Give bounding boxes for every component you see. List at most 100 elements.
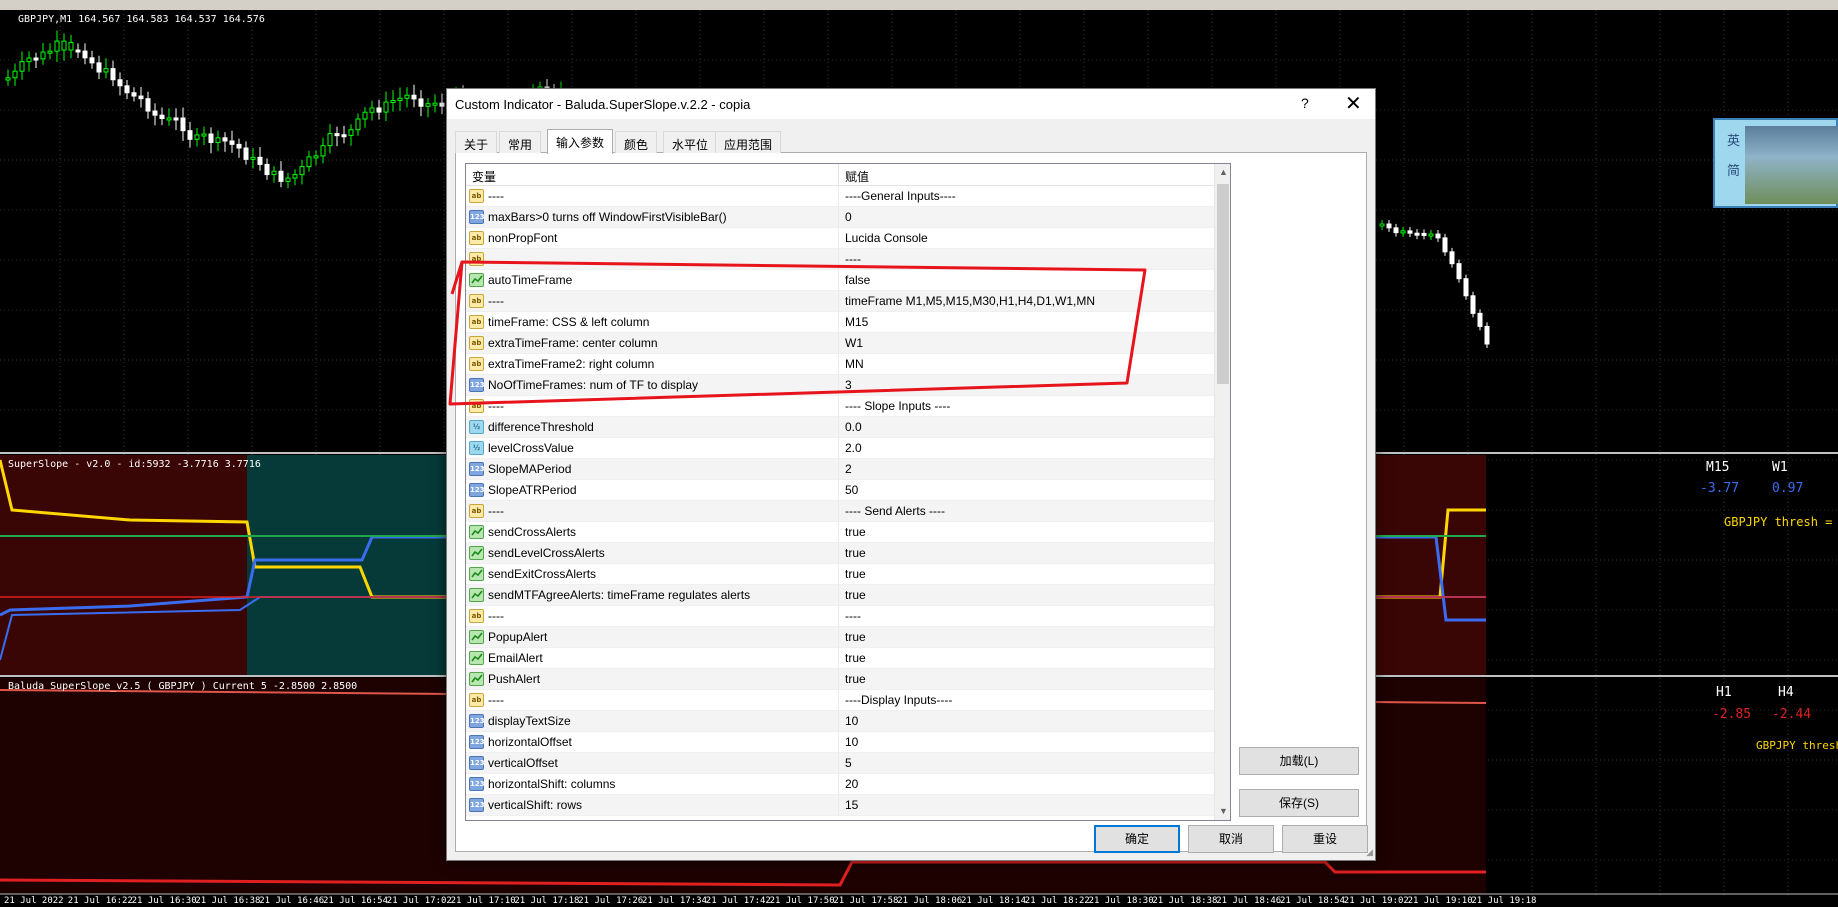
table-row[interactable]: ab ---- ----Display Inputs---- [466, 690, 1214, 711]
mtf-bottom-value-1: -2.85 [1712, 707, 1752, 722]
variable-value[interactable]: true [845, 651, 866, 665]
scroll-down-icon[interactable]: ▼ [1215, 803, 1230, 820]
table-row[interactable]: PushAlert true [466, 669, 1214, 690]
variable-value[interactable]: true [845, 672, 866, 686]
variable-value[interactable]: 50 [845, 483, 858, 497]
table-row[interactable]: 123 verticalOffset 5 [466, 753, 1214, 774]
variable-value[interactable]: true [845, 567, 866, 581]
table-row[interactable]: ab ---- ---- Slope Inputs ---- [466, 396, 1214, 417]
candle-body [1435, 233, 1441, 239]
table-row[interactable]: ab timeFrame: CSS & left column M15 [466, 312, 1214, 333]
table-row[interactable]: 123 horizontalShift: columns 20 [466, 774, 1214, 795]
variable-value[interactable]: true [845, 630, 866, 644]
table-row[interactable]: sendCrossAlerts true [466, 522, 1214, 543]
table-row[interactable]: sendMTFAgreeAlerts: timeFrame regulates … [466, 585, 1214, 606]
scroll-up-icon[interactable]: ▲ [1215, 164, 1230, 181]
variable-value[interactable]: ---- [845, 252, 861, 266]
candle-body [327, 133, 333, 147]
ime-english-toggle[interactable]: 英 [1727, 130, 1740, 149]
table-row[interactable]: ab nonPropFont Lucida Console [466, 228, 1214, 249]
variable-value[interactable]: 10 [845, 735, 858, 749]
tab-visualization[interactable]: 应用范围 [715, 131, 782, 153]
string-type-icon: ab [469, 189, 484, 203]
variable-value[interactable]: 3 [845, 378, 852, 392]
table-row[interactable]: sendExitCrossAlerts true [466, 564, 1214, 585]
table-row[interactable]: 123 horizontalOffset 10 [466, 732, 1214, 753]
variable-value[interactable]: 15 [845, 798, 858, 812]
variable-value[interactable]: 2.0 [845, 441, 862, 455]
variable-value[interactable]: true [845, 588, 866, 602]
table-row[interactable]: ½ differenceThreshold 0.0 [466, 417, 1214, 438]
candle-body [117, 79, 123, 87]
variable-value[interactable]: false [845, 273, 870, 287]
close-button[interactable]: ✕ [1345, 91, 1362, 116]
time-axis-label: 21 Jul 18:14 [961, 896, 1027, 906]
variable-value[interactable]: 2 [845, 462, 852, 476]
table-row[interactable]: ½ levelCrossValue 2.0 [466, 438, 1214, 459]
table-row[interactable]: EmailAlert true [466, 648, 1214, 669]
table-row[interactable]: 123 verticalShift: rows 15 [466, 795, 1214, 816]
tab-colors[interactable]: 颜色 [615, 131, 658, 153]
variable-value[interactable]: M15 [845, 315, 868, 329]
table-row[interactable]: ab ---- ---- [466, 606, 1214, 627]
table-row[interactable]: ab ---- timeFrame M1,M5,M15,M30,H1,H4,D1,W… [466, 291, 1214, 312]
variable-value[interactable]: timeFrame M1,M5,M15,M30,H1,H4,D1,W1,MN [845, 294, 1095, 308]
time-axis-label: 21 Jul 16:46 [259, 896, 325, 906]
variable-value[interactable]: ---- Slope Inputs ---- [845, 399, 950, 413]
ime-simplified-toggle[interactable]: 简 [1727, 160, 1740, 179]
table-row[interactable]: ab ---- ---- Send Alerts ---- [466, 501, 1214, 522]
table-row[interactable]: ab extraTimeFrame2: right column MN [466, 354, 1214, 375]
save-button[interactable]: 保存(S) [1239, 789, 1359, 817]
scroll-thumb[interactable] [1217, 184, 1229, 384]
variable-value[interactable]: ---- Send Alerts ---- [845, 504, 945, 518]
table-row[interactable]: 123 displayTextSize 10 [466, 711, 1214, 732]
variable-value[interactable]: true [845, 525, 866, 539]
table-row[interactable]: ab ---- ----General Inputs---- [466, 186, 1214, 207]
grid-scrollbar[interactable]: ▲ ▼ [1214, 164, 1230, 820]
help-button[interactable]: ? [1301, 95, 1309, 111]
variable-value[interactable]: ----Display Inputs---- [845, 693, 952, 707]
variable-name: horizontalShift: columns [488, 777, 616, 791]
cancel-button[interactable]: 取消 [1188, 825, 1274, 853]
table-row[interactable]: 123 SlopeMAPeriod 2 [466, 459, 1214, 480]
variable-value[interactable]: 20 [845, 777, 858, 791]
ime-widget[interactable]: 英 简 [1713, 118, 1838, 208]
variable-name: PopupAlert [488, 630, 548, 644]
table-row[interactable]: ab extraTimeFrame: center column W1 [466, 333, 1214, 354]
tab-about[interactable]: 关于 [455, 131, 498, 153]
variable-value[interactable]: 0.0 [845, 420, 862, 434]
tab-levels[interactable]: 水平位 [663, 131, 718, 153]
reset-button[interactable]: 重设 [1282, 825, 1368, 853]
variable-value[interactable]: ---- [845, 609, 861, 623]
variable-value[interactable]: 0 [845, 210, 852, 224]
table-row[interactable]: 123 NoOfTimeFrames: num of TF to display 3 [466, 375, 1214, 396]
mtf-bottom-thresh: GBPJPY thresh = [1756, 739, 1838, 752]
time-axis-label: 21 Jul 17:34 [642, 896, 708, 906]
variable-value[interactable]: MN [845, 357, 864, 371]
variable-name: ---- [488, 294, 504, 308]
variable-value[interactable]: Lucida Console [845, 231, 928, 245]
table-row[interactable]: ab ---- [466, 249, 1214, 270]
candle-body [1400, 230, 1406, 234]
load-button[interactable]: 加载(L) [1239, 747, 1359, 775]
header-variable[interactable]: 变量 [472, 168, 496, 185]
variable-name: maxBars>0 turns off WindowFirstVisibleBa… [488, 210, 727, 224]
variable-value[interactable]: ----General Inputs---- [845, 189, 956, 203]
table-row[interactable]: PopupAlert true [466, 627, 1214, 648]
variable-value[interactable]: true [845, 546, 866, 560]
tab-common[interactable]: 常用 [499, 131, 542, 153]
string-type-icon: ab [469, 504, 484, 518]
table-row[interactable]: sendLevelCrossAlerts true [466, 543, 1214, 564]
table-row[interactable]: autoTimeFrame false [466, 270, 1214, 291]
table-row[interactable]: 123 SlopeATRPeriod 50 [466, 480, 1214, 501]
variable-value[interactable]: W1 [845, 336, 863, 350]
dialog-titlebar[interactable]: Custom Indicator - Baluda.SuperSlope.v.2… [447, 89, 1375, 119]
variable-value[interactable]: 10 [845, 714, 858, 728]
candle-body [222, 137, 228, 142]
table-row[interactable]: 123 maxBars>0 turns off WindowFirstVisibl… [466, 207, 1214, 228]
ok-button[interactable]: 确定 [1094, 825, 1180, 853]
variable-value[interactable]: 5 [845, 756, 852, 770]
resize-grip-icon[interactable]: ◢ [1366, 847, 1373, 858]
tab-inputs[interactable]: 输入参数 [547, 129, 614, 154]
header-value[interactable]: 赋值 [845, 168, 869, 185]
